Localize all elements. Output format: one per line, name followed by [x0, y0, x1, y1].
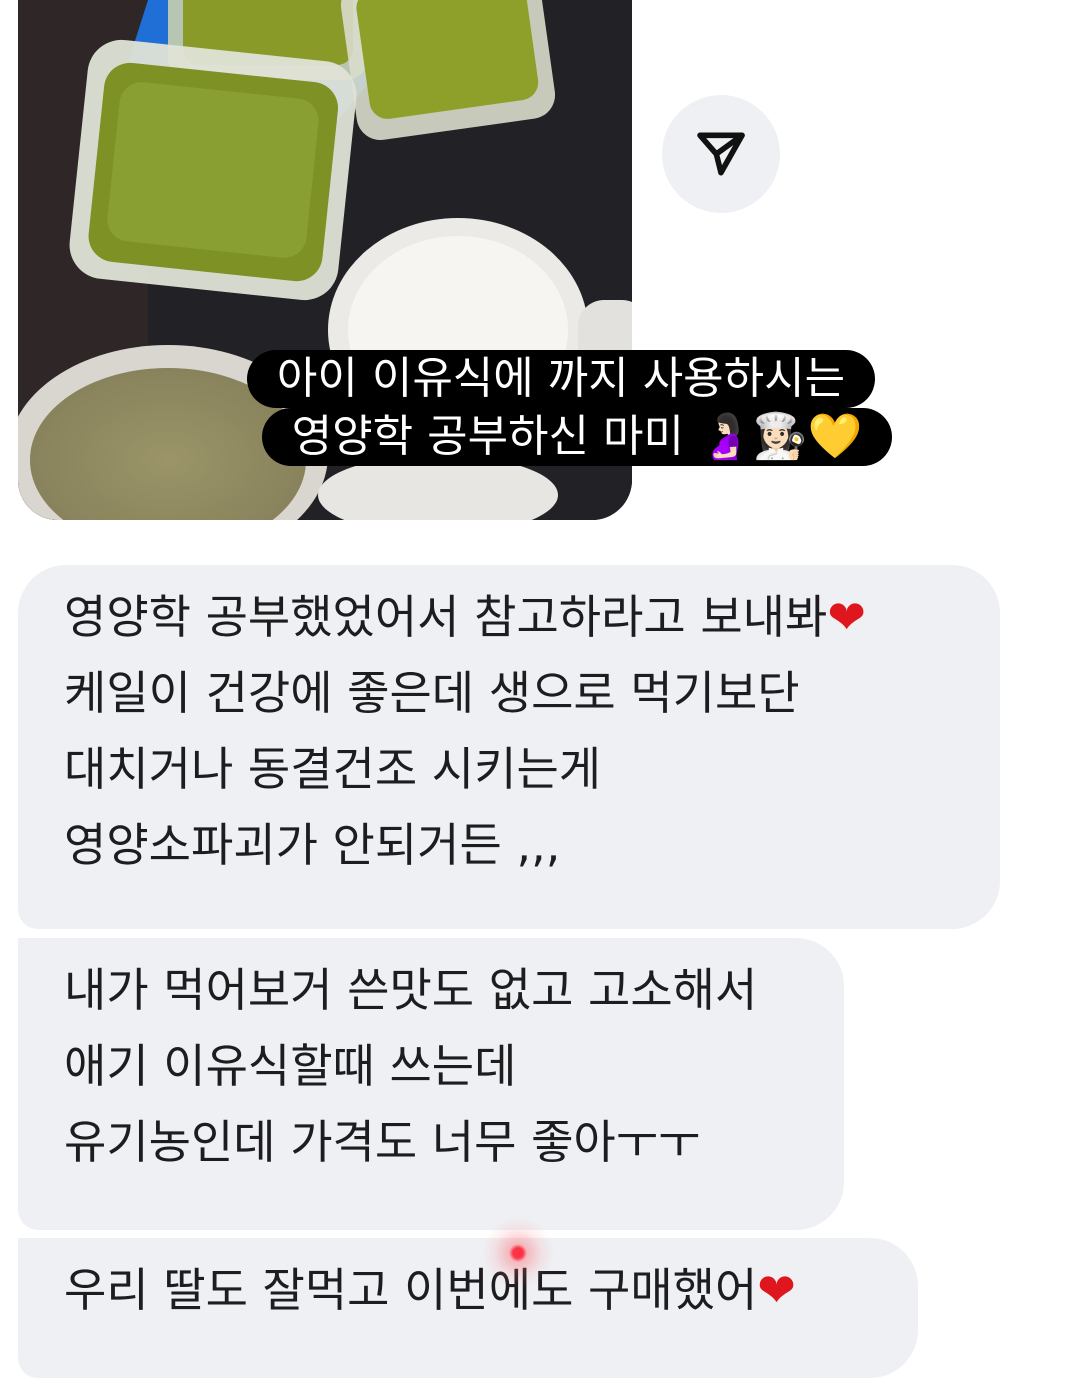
message-bubble[interactable]: 우리 딸도 잘먹고 이번에도 구매했어❤	[18, 1238, 918, 1378]
send-icon	[697, 132, 745, 176]
message-line: 대치거나 동결건조 시키는게	[64, 742, 602, 796]
message-text: 우리 딸도 잘먹고 이번에도 구매했어	[64, 1263, 758, 1317]
heart-icon: ❤	[757, 1263, 796, 1317]
message-line: 유기농인데 가격도 너무 좋아ㅜㅜ	[64, 1115, 701, 1169]
message-line: 영양소파괴가 안되거든 ,,,	[64, 818, 561, 872]
message-line: 우리 딸도 잘먹고 이번에도 구매했어❤	[64, 1252, 872, 1328]
heart-icon: ❤	[827, 590, 866, 644]
message-line: 내가 먹어보거 쓴맛도 없고 고소해서	[64, 963, 758, 1017]
touch-indicator	[483, 1218, 553, 1288]
message-text: 영양학 공부했었어서 참고하라고 보내봐	[64, 590, 828, 644]
send-button[interactable]	[662, 95, 780, 213]
caption-emoji: 🤰🏻👩🏻‍🍳💛	[697, 411, 863, 462]
food-photo[interactable]	[18, 0, 632, 520]
message-line: 영양학 공부했었어서 참고하라고 보내봐❤	[64, 579, 954, 655]
message-line: 애기 이유식할때 쓰는데	[64, 1039, 517, 1093]
message-bubble[interactable]: 영양학 공부했었어서 참고하라고 보내봐❤ 케일이 건강에 좋은데 생으로 먹기…	[18, 565, 1000, 929]
message-bubble[interactable]: 내가 먹어보거 쓴맛도 없고 고소해서 애기 이유식할때 쓰는데 유기농인데 가…	[18, 938, 844, 1230]
message-line: 케일이 건강에 좋은데 생으로 먹기보단	[64, 666, 800, 720]
